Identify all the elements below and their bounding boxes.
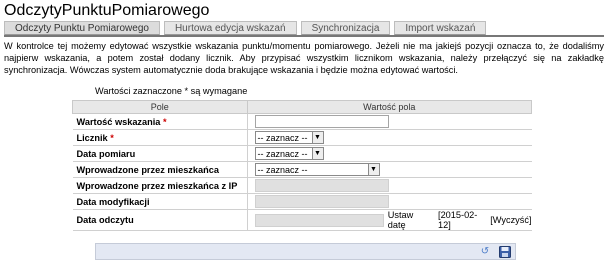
- column-header-value: Wartość pola: [246, 100, 532, 114]
- column-header-field: Pole: [72, 100, 248, 114]
- date-value: [2015-02-12]: [438, 210, 478, 230]
- table-row: Data pomiaru -- zaznacz -- ▼: [72, 145, 532, 162]
- table-row: Data modyfikacji: [72, 193, 532, 210]
- data-odczytu-field: [254, 213, 384, 227]
- clear-date-link[interactable]: [Wyczyść]: [490, 215, 531, 225]
- field-label: Data modyfikacji: [72, 193, 248, 210]
- set-date-link[interactable]: Ustaw datę: [388, 210, 432, 230]
- field-label: Data odczytu: [72, 209, 248, 231]
- data-pomiaru-select[interactable]: -- zaznacz -- ▼: [254, 147, 324, 160]
- page-title: OdczytyPunktuPomiarowego: [4, 2, 210, 19]
- tab-bar: Odczyty Punktu Pomiarowego Hurtowa edycj…: [4, 21, 490, 35]
- ip-field: [254, 179, 389, 192]
- save-icon[interactable]: [499, 246, 511, 258]
- tab-hurtowa-edycja[interactable]: Hurtowa edycja wskazań: [163, 21, 297, 35]
- intro-text: W kontrolce tej możemy edytować wszystki…: [4, 41, 604, 75]
- table-row: Wprowadzone przez mieszkańca z IP: [72, 177, 532, 194]
- data-modyfikacji-field: [254, 195, 389, 208]
- required-marker: *: [162, 116, 167, 127]
- field-label: Wartość wskazania *: [72, 113, 248, 130]
- wprowadzone-przez-mieszkanca-select[interactable]: -- zaznacz -- ▼: [254, 163, 380, 176]
- chevron-down-icon: ▼: [311, 148, 323, 159]
- licznik-select[interactable]: -- zaznacz -- ▼: [254, 131, 324, 144]
- table-row: Data odczytu Ustaw datę [2015-02-12] [Wy…: [72, 209, 532, 231]
- table-row: Licznik * -- zaznacz -- ▼: [72, 129, 532, 146]
- required-marker: *: [110, 132, 114, 143]
- table-row: Wprowadzone przez mieszkańca -- zaznacz …: [72, 161, 532, 178]
- tab-synchronizacja[interactable]: Synchronizacja: [300, 21, 391, 35]
- tab-divider: [4, 35, 604, 37]
- form-footer-bar: ↺: [95, 243, 516, 260]
- field-label: Data pomiaru: [72, 145, 248, 162]
- required-note: Wartości zaznaczone * są wymagane: [95, 86, 248, 96]
- refresh-icon[interactable]: ↺: [479, 246, 491, 258]
- tab-import-wskazan[interactable]: Import wskazań: [394, 21, 487, 35]
- field-label: Licznik *: [72, 129, 248, 146]
- chevron-down-icon: ▼: [311, 132, 323, 143]
- field-label: Wprowadzone przez mieszkańca z IP: [72, 177, 248, 194]
- table-row: Wartość wskazania *: [72, 113, 532, 130]
- edit-form-table: Pole Wartość pola Wartość wskazania * Li…: [72, 100, 532, 231]
- table-header-row: Pole Wartość pola: [72, 100, 532, 114]
- wartosc-wskazania-input[interactable]: [254, 115, 389, 128]
- field-label: Wprowadzone przez mieszkańca: [72, 161, 248, 178]
- tab-odczyty-punktu[interactable]: Odczyty Punktu Pomiarowego: [4, 21, 160, 35]
- chevron-down-icon: ▼: [367, 164, 379, 175]
